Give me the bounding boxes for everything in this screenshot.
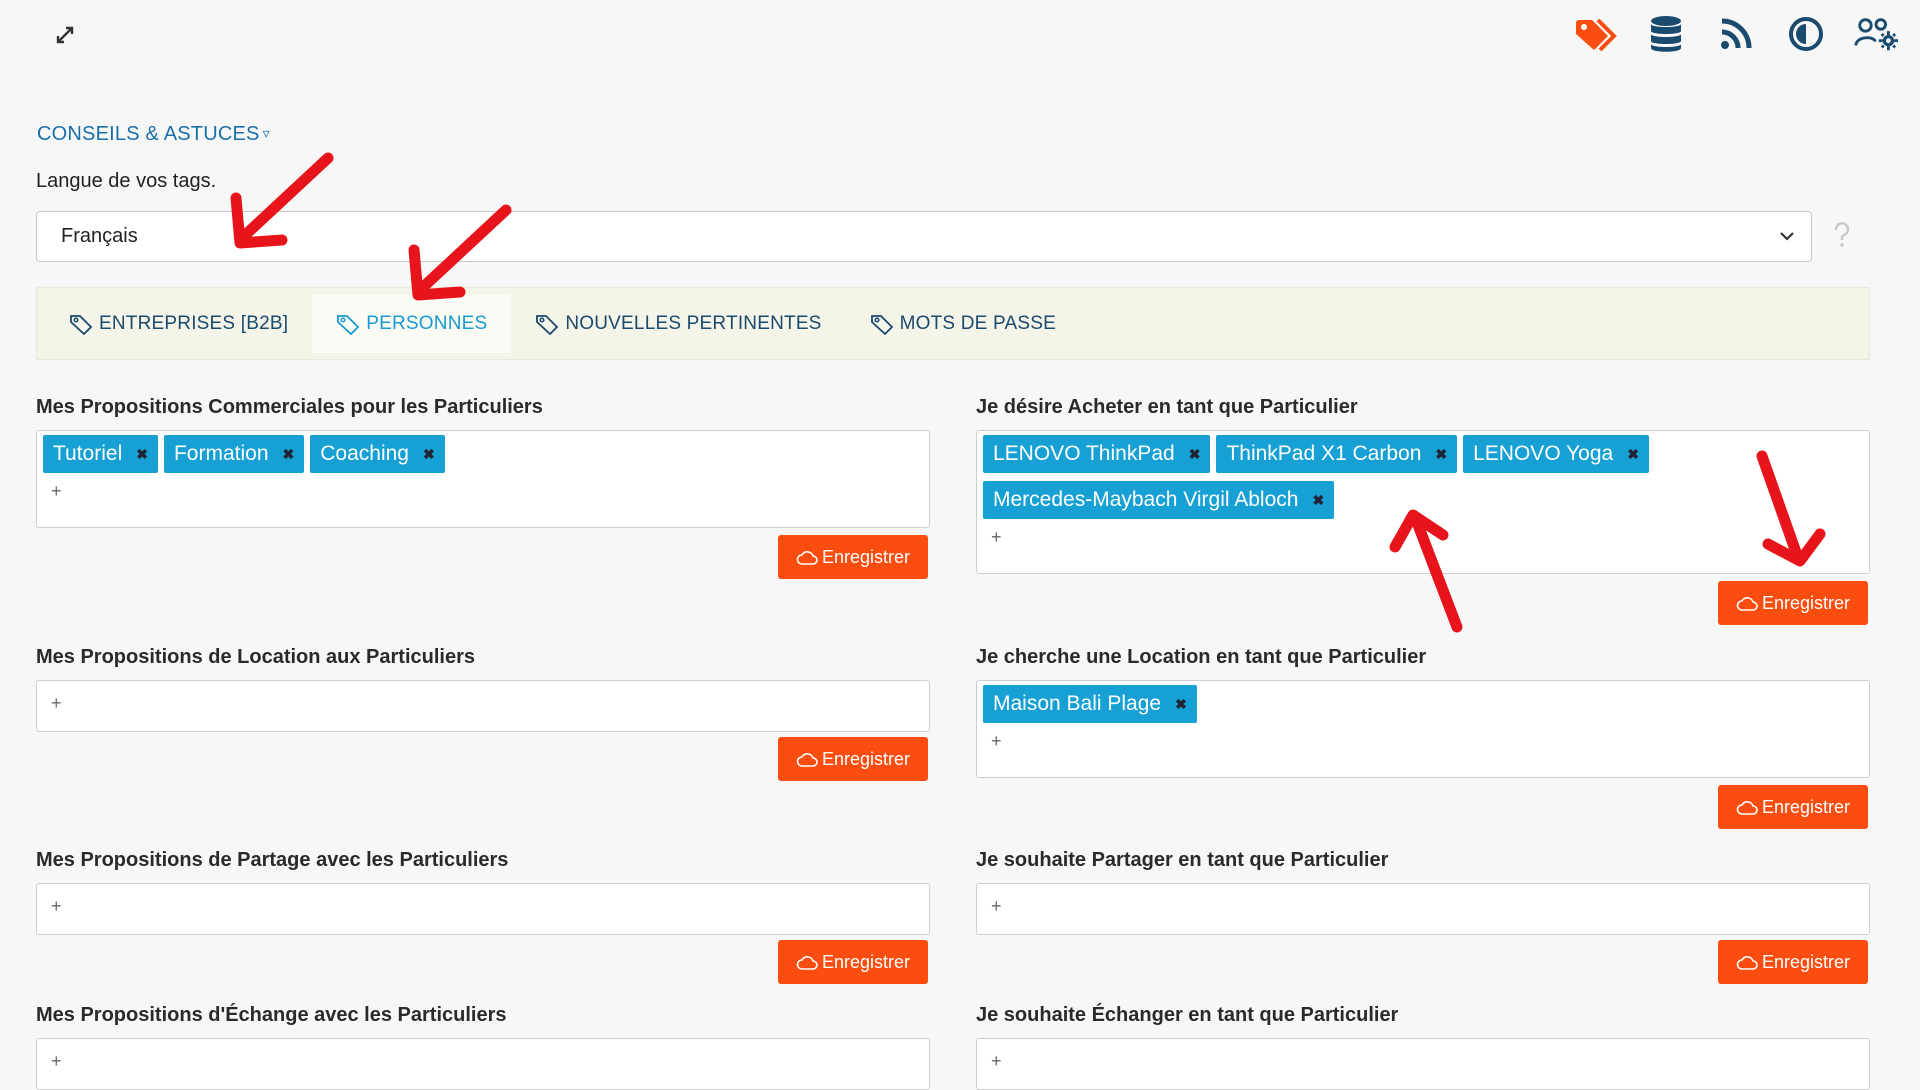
tag-list: LENOVO ThinkPad ✖ ThinkPad X1 Carbon ✖ LEN… xyxy=(983,435,1863,473)
remove-tag-icon[interactable]: ✖ xyxy=(1189,446,1201,463)
database-icon[interactable] xyxy=(1644,12,1688,56)
tab-label: PERSONNES xyxy=(366,312,488,334)
users-cog-icon[interactable] xyxy=(1854,12,1898,56)
cloud-icon xyxy=(1736,597,1758,611)
remove-tag-icon[interactable]: ✖ xyxy=(1627,446,1639,463)
tab-label: ENTREPRISES [B2B] xyxy=(99,312,289,334)
section-title: Mes Propositions Commerciales pour les P… xyxy=(36,396,543,418)
language-select[interactable]: Français xyxy=(36,211,1812,262)
tag-label: ThinkPad X1 Carbon xyxy=(1226,442,1422,465)
help-icon[interactable] xyxy=(1832,222,1852,248)
tag-label: Coaching xyxy=(320,442,409,465)
tag: Mercedes-Maybach Virgil Abloch ✖ xyxy=(983,481,1335,519)
tab-entreprises[interactable]: ENTREPRISES [B2B] xyxy=(45,295,312,353)
add-tag-icon[interactable]: + xyxy=(51,693,62,714)
cloud-icon xyxy=(1736,801,1758,815)
tag-label: LENOVO Yoga xyxy=(1473,442,1614,465)
tag-input-box[interactable]: Tutoriel ✖ Formation ✖ Coaching ✖ + xyxy=(36,430,930,528)
tags-icon[interactable] xyxy=(1574,12,1618,56)
language-selected-value: Français xyxy=(61,225,138,247)
remove-tag-icon[interactable]: ✖ xyxy=(1175,696,1187,713)
save-button[interactable]: Enregistrer xyxy=(1718,785,1868,829)
tag-input-box[interactable]: Maison Bali Plage ✖ + xyxy=(976,680,1870,778)
cloud-icon xyxy=(1736,956,1758,970)
tag-icon xyxy=(870,314,893,335)
tag: Coaching ✖ xyxy=(310,435,445,473)
save-label: Enregistrer xyxy=(1761,951,1851,972)
rss-icon[interactable] xyxy=(1714,12,1758,56)
tag-label: Mercedes-Maybach Virgil Abloch xyxy=(993,488,1299,511)
save-label: Enregistrer xyxy=(821,748,911,769)
tag-icon xyxy=(70,314,93,335)
tag: Maison Bali Plage ✖ xyxy=(983,685,1197,723)
remove-tag-icon[interactable]: ✖ xyxy=(1312,492,1324,509)
tag-list: Mercedes-Maybach Virgil Abloch ✖ xyxy=(983,481,1863,519)
tag-label: Tutoriel xyxy=(53,442,123,465)
save-label: Enregistrer xyxy=(1761,796,1851,817)
tag: LENOVO ThinkPad ✖ xyxy=(983,435,1211,473)
remove-tag-icon[interactable]: ✖ xyxy=(136,446,148,463)
save-label: Enregistrer xyxy=(821,951,911,972)
tag-input-box[interactable]: LENOVO ThinkPad ✖ ThinkPad X1 Carbon ✖ LEN… xyxy=(976,430,1870,574)
save-button[interactable]: Enregistrer xyxy=(1718,581,1868,625)
remove-tag-icon[interactable]: ✖ xyxy=(283,446,295,463)
contrast-icon[interactable] xyxy=(1784,12,1828,56)
save-button[interactable]: Enregistrer xyxy=(778,737,928,781)
tag-label: Maison Bali Plage xyxy=(993,692,1162,715)
remove-tag-icon[interactable]: ✖ xyxy=(423,446,435,463)
tips-toggle[interactable]: CONSEILS & ASTUCES ▿ xyxy=(37,123,270,146)
tag-input-box[interactable]: + xyxy=(36,680,930,732)
cloud-icon xyxy=(796,956,818,970)
tag-input-box[interactable]: + xyxy=(976,1038,1870,1090)
section-title: Mes Propositions d'Échange avec les Part… xyxy=(36,1004,507,1026)
tab-label: MOTS DE PASSE xyxy=(899,312,1056,334)
caret-down-icon: ▿ xyxy=(262,125,270,141)
tag: Tutoriel ✖ xyxy=(43,435,158,473)
tab-label: NOUVELLES PERTINENTES xyxy=(565,312,822,334)
tab-mots-de-passe[interactable]: MOTS DE PASSE xyxy=(846,295,1080,353)
add-tag-icon[interactable]: + xyxy=(51,896,62,917)
add-tag-icon[interactable]: + xyxy=(991,1051,1002,1072)
cloud-icon xyxy=(796,753,818,767)
save-button[interactable]: Enregistrer xyxy=(778,940,928,984)
tag-input-box[interactable]: + xyxy=(976,883,1870,935)
tag-icon xyxy=(536,314,559,335)
tag-list: Maison Bali Plage ✖ xyxy=(983,685,1863,723)
save-label: Enregistrer xyxy=(821,546,911,567)
remove-tag-icon[interactable]: ✖ xyxy=(1435,446,1447,463)
header-toolbar xyxy=(1574,12,1898,56)
add-tag-icon[interactable]: + xyxy=(991,527,1002,548)
tag: Formation ✖ xyxy=(163,435,305,473)
add-tag-icon[interactable]: + xyxy=(991,731,1002,752)
section-title: Je souhaite Partager en tant que Particu… xyxy=(976,849,1389,871)
tag-label: LENOVO ThinkPad xyxy=(993,442,1175,465)
add-tag-icon[interactable]: + xyxy=(991,896,1002,917)
tips-label: CONSEILS & ASTUCES xyxy=(37,123,260,145)
section-title: Mes Propositions de Partage avec les Par… xyxy=(36,849,509,871)
cloud-icon xyxy=(796,551,818,565)
save-button[interactable]: Enregistrer xyxy=(778,535,928,579)
save-label: Enregistrer xyxy=(1761,592,1851,613)
tag-icon xyxy=(337,314,360,335)
section-title: Je cherche une Location en tant que Part… xyxy=(976,646,1427,668)
chevron-down-icon xyxy=(1777,226,1797,252)
tag: ThinkPad X1 Carbon ✖ xyxy=(1216,435,1458,473)
section-title: Je souhaite Échanger en tant que Particu… xyxy=(976,1004,1399,1026)
save-button[interactable]: Enregistrer xyxy=(1718,940,1868,984)
tab-nouvelles-pertinentes[interactable]: NOUVELLES PERTINENTES xyxy=(511,295,845,353)
category-tabs: ENTREPRISES [B2B] PERSONNES NOUVELLES PE… xyxy=(36,287,1870,360)
section-title: Je désire Acheter en tant que Particulie… xyxy=(976,396,1358,418)
tag-input-box[interactable]: + xyxy=(36,883,930,935)
tag-label: Formation xyxy=(173,442,269,465)
language-label: Langue de vos tags. xyxy=(36,170,217,192)
add-tag-icon[interactable]: + xyxy=(51,481,62,502)
tag-list: Tutoriel ✖ Formation ✖ Coaching ✖ xyxy=(43,435,923,473)
section-title: Mes Propositions de Location aux Particu… xyxy=(36,646,475,668)
expand-icon[interactable] xyxy=(50,20,80,50)
tag: LENOVO Yoga ✖ xyxy=(1463,435,1649,473)
add-tag-icon[interactable]: + xyxy=(51,1051,62,1072)
tab-personnes[interactable]: PERSONNES xyxy=(312,294,512,353)
tag-input-box[interactable]: + xyxy=(36,1038,930,1090)
